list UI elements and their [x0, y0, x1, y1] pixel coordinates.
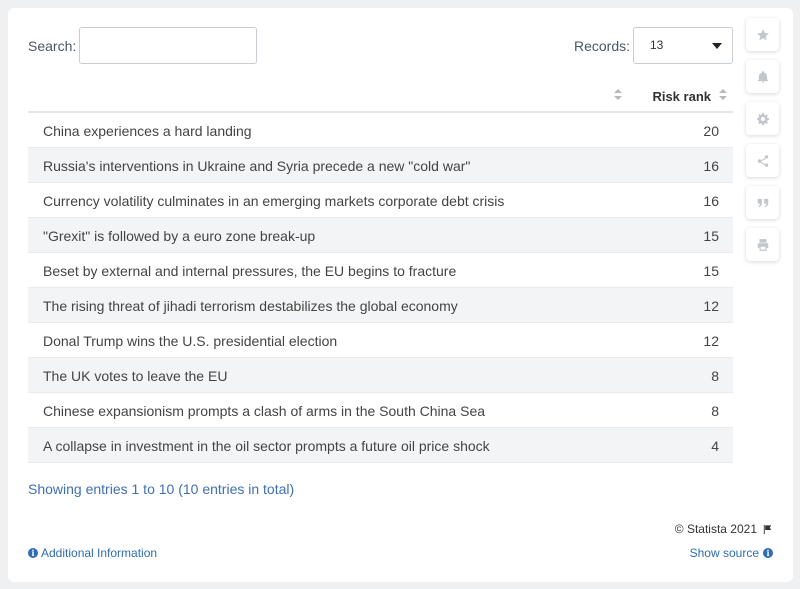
risk-name-cell: A collapse in investment in the oil sect… [43, 438, 490, 454]
column-header-risk-rank[interactable]: Risk rank [652, 89, 711, 104]
table-row: Currency volatility culminates in an eme… [28, 183, 733, 218]
side-toolbar [746, 18, 780, 270]
risk-rank-cell: 8 [711, 403, 719, 419]
table-row: Donal Trump wins the U.S. presidential e… [28, 323, 733, 358]
gear-icon [756, 112, 769, 125]
settings-button[interactable] [746, 102, 779, 135]
risk-rank-cell: 15 [703, 228, 719, 244]
table-body: China experiences a hard landing 20 Russia… [28, 113, 733, 463]
table-row: Chinese expansionism prompts a clash of … [28, 393, 733, 428]
table-row: "Grexit" is followed by a euro zone brea… [28, 218, 733, 253]
table-row: Russia's interventions in Ukraine and Sy… [28, 148, 733, 183]
records-select[interactable]: 13 [633, 27, 733, 64]
risk-name-cell: China experiences a hard landing [43, 123, 252, 139]
risk-rank-cell: 20 [703, 123, 719, 139]
copyright-text: © Statista 2021 [674, 522, 757, 536]
table-row: Beset by external and internal pressures… [28, 253, 733, 288]
risk-rank-cell: 16 [703, 193, 719, 209]
risk-rank-cell: 12 [703, 333, 719, 349]
records-value: 13 [650, 38, 664, 52]
table-row: The rising threat of jihadi terrorism de… [28, 288, 733, 323]
risk-name-cell: "Grexit" is followed by a euro zone brea… [43, 228, 316, 244]
risk-rank-cell: 15 [703, 263, 719, 279]
risk-name-cell: Donal Trump wins the U.S. presidential e… [43, 333, 338, 349]
table-row: A collapse in investment in the oil sect… [28, 428, 733, 463]
cite-button[interactable] [746, 186, 779, 219]
sort-icon[interactable] [719, 89, 727, 103]
print-icon [757, 238, 768, 251]
entries-summary: Showing entries 1 to 10 (10 entries in t… [28, 481, 295, 497]
records-label: Records: [574, 38, 631, 54]
copyright: © Statista 2021 [675, 522, 773, 536]
risk-name-cell: Russia's interventions in Ukraine and Sy… [43, 158, 471, 174]
table-row: China experiences a hard landing 20 [28, 113, 733, 148]
additional-information-label: Additional Information [41, 546, 158, 560]
sort-icon[interactable] [614, 89, 622, 103]
data-table: Risk rank China experiences a hard landi… [28, 78, 733, 463]
statista-card: Search: Records: 13 Risk rank China expe… [8, 8, 793, 582]
table-row: The UK votes to leave the EU 8 [28, 358, 733, 393]
risk-name-cell: Beset by external and internal pressures… [43, 263, 457, 279]
risk-name-cell: Currency volatility culminates in an eme… [43, 193, 505, 209]
risk-rank-cell: 4 [711, 438, 719, 454]
info-icon: i [28, 548, 38, 558]
share-icon [757, 154, 768, 167]
search-label: Search: [28, 38, 77, 54]
additional-information-link[interactable]: i Additional Information [28, 546, 157, 560]
risk-rank-cell: 12 [703, 298, 719, 314]
search-input[interactable] [79, 27, 257, 64]
show-source-link[interactable]: Show source i [690, 546, 773, 560]
favorite-button[interactable] [746, 18, 779, 51]
share-button[interactable] [746, 144, 779, 177]
print-button[interactable] [746, 228, 779, 261]
quote-icon [757, 198, 768, 207]
flag-icon[interactable] [762, 524, 773, 535]
info-icon: i [763, 548, 773, 558]
risk-name-cell: Chinese expansionism prompts a clash of … [43, 403, 486, 419]
show-source-label: Show source [689, 546, 759, 560]
star-icon [756, 28, 769, 40]
risk-name-cell: The UK votes to leave the EU [43, 368, 228, 384]
risk-name-cell: The rising threat of jihadi terrorism de… [43, 298, 458, 314]
risk-rank-cell: 16 [703, 158, 719, 174]
bell-icon [757, 70, 768, 83]
caret-down-icon [712, 43, 722, 49]
notification-button[interactable] [746, 60, 779, 93]
table-header: Risk rank [28, 78, 733, 113]
risk-rank-cell: 8 [711, 368, 719, 384]
